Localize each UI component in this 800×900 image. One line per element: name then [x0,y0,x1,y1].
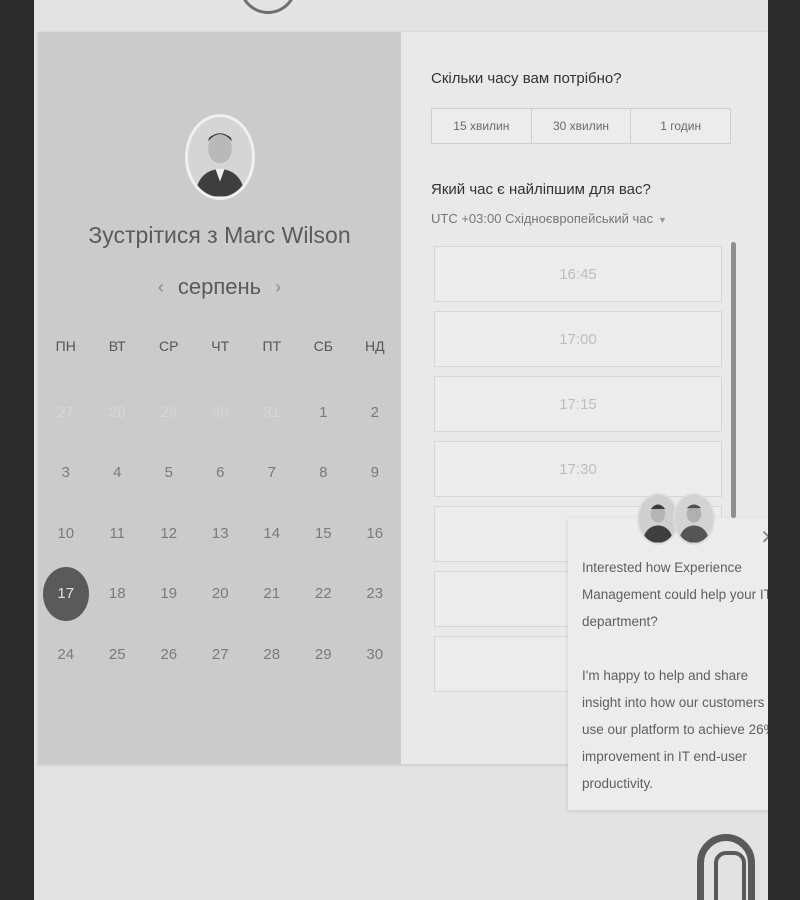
chat-message-line: insight into how our customers [582,695,765,710]
time-slot[interactable]: 17:15 [434,376,722,432]
calendar-day[interactable]: 12 [143,503,195,564]
duration-question: Скільки часу вам потрібно? [431,70,622,87]
weekday-label: СБ [313,338,333,354]
chat-message-spacer [582,635,768,662]
calendar-day-outside: 30 [211,403,229,421]
calendar-day[interactable]: 15 [298,503,350,564]
time-slot[interactable]: 17:30 [434,441,722,497]
host-avatar [185,114,255,200]
calendar-day[interactable]: 11 [92,503,144,564]
top-header [34,0,768,32]
brand-logo-icon[interactable] [239,0,297,14]
calendar-day-outside: 29 [160,403,178,421]
calendar-day[interactable]: 30 [349,624,401,685]
calendar-day[interactable]: 10 [40,503,92,564]
weekday-label: ВТ [108,338,126,354]
calendar-day-outside: 31 [263,403,281,421]
duration-option-60[interactable]: 1 годин [631,109,730,143]
chat-launcher-icon[interactable] [697,834,755,900]
chevron-right-icon[interactable]: › [275,277,281,298]
calendar-day[interactable]: 4 [92,443,144,504]
month-label: серпень [177,274,262,299]
time-slot[interactable]: 16:45 [434,246,722,302]
calendar-day[interactable]: 24 [40,624,92,685]
chat-message-line: I'm happy to help and share [582,668,749,683]
calendar-day[interactable]: 19 [143,564,195,625]
calendar-day[interactable]: 26 [143,624,195,685]
weekday-label: ПТ [262,338,282,354]
calendar-grid: 27 28 29 30 31 1 2 3 4 5 6 7 8 9 10 11 1… [40,382,400,685]
chat-message: Interested how Experience Management cou… [582,554,768,797]
chat-message-line: Interested how Experience [582,560,742,575]
page: Зустрітися з Marc Wilson ‹ серпень › ПН … [34,0,768,900]
duration-option-30[interactable]: 30 хвилин [532,109,632,143]
calendar-day[interactable]: 29 [298,624,350,685]
slot-list-scrollbar[interactable] [731,242,736,518]
calendar-day[interactable]: 9 [349,443,401,504]
calendar-day[interactable]: 18 [92,564,144,625]
calendar-day[interactable]: 21 [246,564,298,625]
weekday-label: СР [159,338,179,354]
time-slot[interactable]: 17:00 [434,311,722,367]
caret-down-icon: ▼ [657,215,667,225]
calendar-day[interactable]: 16 [349,503,401,564]
calendar-day[interactable]: 28 [246,624,298,685]
calendar-day[interactable]: 27 [195,624,247,685]
calendar-day[interactable]: 6 [195,443,247,504]
calendar-panel: Зустрітися з Marc Wilson ‹ серпень › ПН … [38,32,401,764]
calendar-day-outside: 28 [108,403,126,421]
calendar-day[interactable]: 22 [298,564,350,625]
month-navigation: ‹ серпень › [38,274,401,300]
weekday-label: НД [364,338,385,354]
close-icon[interactable]: ✕ [760,528,768,548]
chat-message-line: productivity. [582,776,654,791]
weekday-label: ЧТ [211,338,230,354]
timezone-label: UTC +03:00 Східноєвропейський час [431,211,653,226]
weekday-header: ПН ВТ СР ЧТ ПТ СБ НД [40,338,400,354]
calendar-day[interactable]: 1 [298,382,350,443]
agent-avatar [673,493,715,545]
chat-popup: ✕ Interested how Experience Management c… [568,518,768,810]
timezone-select[interactable]: UTC +03:00 Східноєвропейський час ▼ [431,211,667,226]
calendar-day[interactable]: 13 [195,503,247,564]
duration-option-15[interactable]: 15 хвилин [432,109,532,143]
duration-selector: 15 хвилин 30 хвилин 1 годин [431,108,731,144]
host-title: Зустрітися з Marc Wilson [88,222,351,248]
chat-agent-avatars [637,493,719,545]
calendar-day-outside: 27 [57,403,75,421]
chat-message-line: improvement in IT end-user [582,749,747,764]
calendar-day[interactable]: 8 [298,443,350,504]
chat-message-line: Management could help your IT [582,587,768,602]
weekday-label: ПН [55,338,76,354]
calendar-day[interactable]: 2 [349,382,401,443]
calendar-day-selected[interactable]: 17 [40,564,92,625]
chat-message-line: use our platform to achieve 26% [582,722,768,737]
calendar-day[interactable]: 20 [195,564,247,625]
time-question: Який час є найліпшим для вас? [431,181,651,198]
chevron-left-icon[interactable]: ‹ [158,277,164,298]
calendar-day[interactable]: 5 [143,443,195,504]
calendar-day[interactable]: 3 [40,443,92,504]
calendar-day[interactable]: 14 [246,503,298,564]
chat-message-line: department? [582,614,658,629]
calendar-day[interactable]: 7 [246,443,298,504]
calendar-day[interactable]: 25 [92,624,144,685]
calendar-day[interactable]: 23 [349,564,401,625]
